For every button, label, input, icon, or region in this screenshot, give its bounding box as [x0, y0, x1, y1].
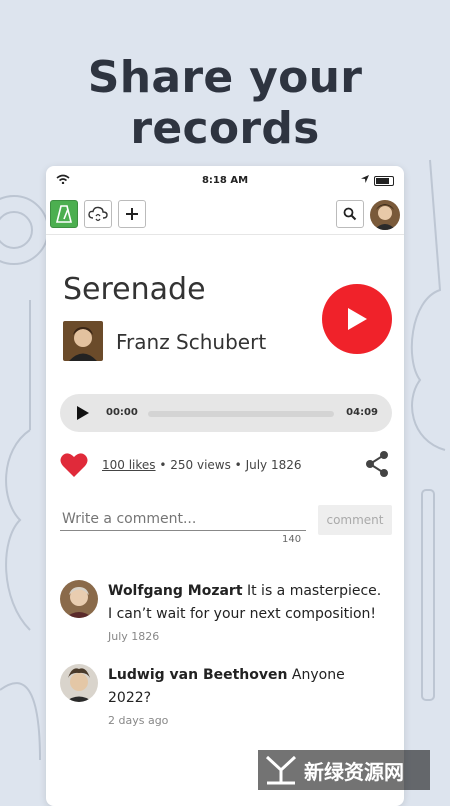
- comment-author[interactable]: Ludwig van Beethoven: [108, 667, 287, 683]
- audio-player: 00:00 04:09: [60, 394, 392, 432]
- comment-input[interactable]: [60, 508, 306, 531]
- current-time: 00:00: [106, 407, 138, 418]
- duration: 04:09: [346, 407, 378, 418]
- comment-button[interactable]: comment: [318, 505, 392, 535]
- add-button[interactable]: [118, 200, 146, 228]
- comment-avatar[interactable]: [60, 664, 98, 702]
- headline: Share your records: [87, 52, 363, 154]
- comment-author[interactable]: Wolfgang Mozart: [108, 583, 243, 599]
- composer-avatar[interactable]: [63, 321, 103, 361]
- toolbar: [46, 200, 404, 232]
- phone-screen: 8:18 AM Serenade Franz Schubert 00:00 04…: [46, 166, 404, 806]
- battery-icon: [374, 176, 394, 186]
- audio-play-icon[interactable]: [76, 405, 90, 421]
- cloud-sync-button[interactable]: [84, 200, 112, 228]
- heart-icon[interactable]: [60, 452, 88, 478]
- status-bar: 8:18 AM: [46, 166, 404, 194]
- search-button[interactable]: [336, 200, 364, 228]
- comment-avatar[interactable]: [60, 580, 98, 618]
- watermark-text: 新绿资源网: [304, 759, 404, 784]
- metronome-button[interactable]: [50, 200, 78, 228]
- views-date: • 250 views • July 1826: [155, 458, 302, 472]
- stats-row: 100 likes • 250 views • July 1826: [60, 450, 392, 480]
- cloud-sync-icon: [88, 206, 108, 222]
- share-icon[interactable]: [364, 450, 390, 478]
- metronome-icon: [55, 205, 73, 223]
- char-count: 140: [282, 534, 302, 545]
- watermark-logo-icon: [265, 755, 297, 785]
- composer-name[interactable]: Franz Schubert: [116, 330, 266, 354]
- song-title: Serenade: [63, 272, 206, 307]
- comment-date: July 1826: [108, 630, 160, 643]
- user-avatar[interactable]: [370, 200, 400, 230]
- likes-link[interactable]: 100 likes: [102, 458, 156, 472]
- status-time: 8:18 AM: [201, 175, 249, 186]
- comment-date: 2 days ago: [108, 714, 169, 727]
- location-arrow-icon: [361, 175, 369, 183]
- play-icon: [348, 308, 367, 330]
- plus-icon: [126, 208, 138, 220]
- stats-text: 100 likes • 250 views • July 1826: [102, 458, 302, 472]
- search-icon: [343, 207, 357, 221]
- progress-track[interactable]: [148, 411, 334, 417]
- toolbar-divider: [46, 234, 404, 235]
- watermark: 新绿资源网: [258, 750, 430, 790]
- play-button[interactable]: [322, 284, 392, 354]
